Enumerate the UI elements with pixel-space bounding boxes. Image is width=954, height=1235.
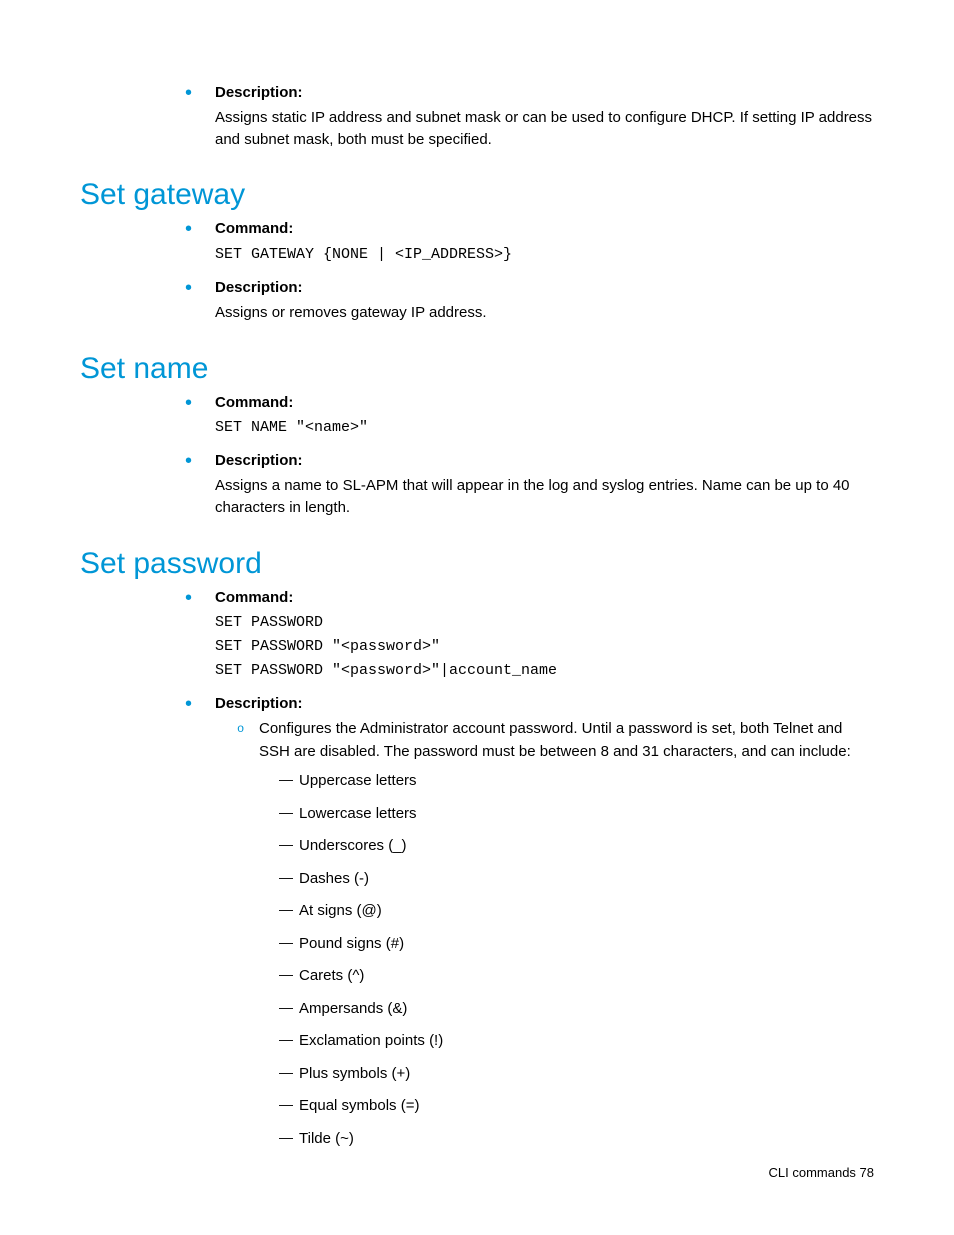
page-footer: CLI commands 78 <box>769 1165 875 1180</box>
name-command-item: Command: SET NAME "<name>" <box>185 390 874 449</box>
char-item: Plus symbols (+) <box>279 1058 874 1091</box>
password-desc-subitem: Configures the Administrator account pas… <box>237 715 874 1158</box>
char-item: Carets (^) <box>279 960 874 993</box>
command-label: Command: <box>215 218 874 240</box>
command-label: Command: <box>215 587 874 609</box>
description-label: Description: <box>215 450 874 472</box>
password-sublist: Configures the Administrator account pas… <box>215 715 874 1158</box>
gateway-command-item: Command: SET GATEWAY {NONE | <IP_ADDRESS… <box>185 216 874 275</box>
description-text: Assigns or removes gateway IP address. <box>215 302 874 324</box>
description-text: Assigns static IP address and subnet mas… <box>215 107 874 151</box>
top-description-item: Description: Assigns static IP address a… <box>185 80 874 158</box>
command-label: Command: <box>215 392 874 414</box>
document-page: Description: Assigns static IP address a… <box>0 0 954 1235</box>
gateway-bullets: Command: SET GATEWAY {NONE | <IP_ADDRESS… <box>80 216 874 331</box>
char-item: Tilde (~) <box>279 1123 874 1156</box>
heading-set-password: Set password <box>80 547 874 581</box>
description-label: Description: <box>215 693 874 715</box>
char-item: Equal symbols (=) <box>279 1090 874 1123</box>
name-description-item: Description: Assigns a name to SL-APM th… <box>185 448 874 526</box>
char-item: Ampersands (&) <box>279 993 874 1026</box>
top-bullets: Description: Assigns static IP address a… <box>80 80 874 158</box>
password-description-item: Description: Configures the Administrato… <box>185 691 874 1160</box>
password-desc-text: Configures the Administrator account pas… <box>259 720 851 760</box>
password-charlist: Uppercase letters Lowercase letters Unde… <box>259 765 874 1155</box>
password-command-item: Command: SET PASSWORD SET PASSWORD "<pas… <box>185 585 874 692</box>
heading-set-name: Set name <box>80 352 874 386</box>
char-item: Underscores (_) <box>279 830 874 863</box>
command-text: SET NAME "<name>" <box>215 416 874 440</box>
content-area: Description: Assigns static IP address a… <box>80 80 874 1160</box>
gateway-description-item: Description: Assigns or removes gateway … <box>185 275 874 332</box>
char-item: Dashes (-) <box>279 863 874 896</box>
char-item: Lowercase letters <box>279 798 874 831</box>
password-bullets: Command: SET PASSWORD SET PASSWORD "<pas… <box>80 585 874 1161</box>
char-item: Uppercase letters <box>279 765 874 798</box>
description-label: Description: <box>215 277 874 299</box>
description-text: Assigns a name to SL-APM that will appea… <box>215 475 874 519</box>
command-text: SET PASSWORD SET PASSWORD "<password>" S… <box>215 611 874 683</box>
name-bullets: Command: SET NAME "<name>" Description: … <box>80 390 874 527</box>
char-item: At signs (@) <box>279 895 874 928</box>
char-item: Exclamation points (!) <box>279 1025 874 1058</box>
description-label: Description: <box>215 82 874 104</box>
heading-set-gateway: Set gateway <box>80 178 874 212</box>
char-item: Pound signs (#) <box>279 928 874 961</box>
command-text: SET GATEWAY {NONE | <IP_ADDRESS>} <box>215 243 874 267</box>
